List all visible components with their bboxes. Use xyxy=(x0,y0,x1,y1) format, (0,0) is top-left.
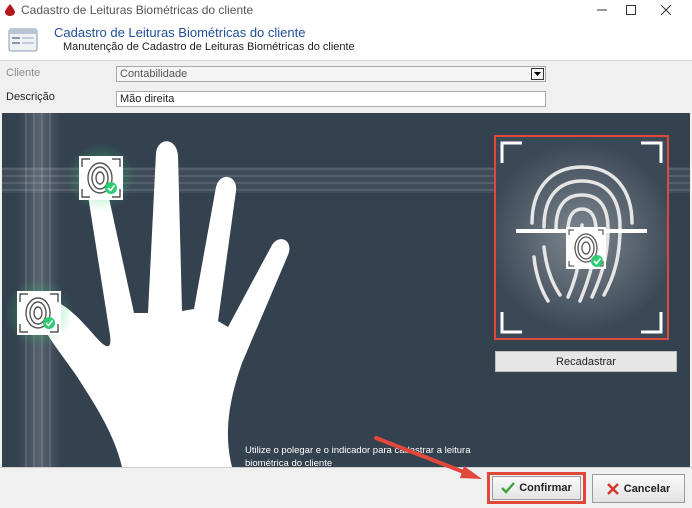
fingerprint-scanner xyxy=(494,135,669,340)
form-icon xyxy=(8,28,38,52)
confirm-button[interactable]: Confirmar xyxy=(492,476,581,500)
cliente-combobox[interactable]: Contabilidade xyxy=(116,66,546,82)
page-title: Cadastro de Leituras Biométricas do clie… xyxy=(54,25,306,40)
annotation-arrow-icon xyxy=(374,436,482,479)
descricao-label: Descrição xyxy=(6,91,55,103)
app-drop-icon xyxy=(5,4,15,16)
cancel-x-icon xyxy=(606,482,619,495)
recadastrar-button[interactable]: Recadastrar xyxy=(495,351,677,372)
descricao-value: Mão direita xyxy=(120,93,175,105)
thumb-fingerprint-marker xyxy=(17,291,61,335)
maximize-icon[interactable] xyxy=(613,0,649,20)
index-fingerprint-marker xyxy=(79,156,123,200)
cliente-value: Contabilidade xyxy=(120,68,188,80)
chevron-down-icon[interactable] xyxy=(531,68,544,80)
cliente-label: Cliente xyxy=(6,67,41,79)
fingerprint-scan-icon xyxy=(496,141,667,334)
footer-bar xyxy=(0,467,692,508)
confirm-label: Confirmar xyxy=(519,482,572,494)
check-icon xyxy=(501,482,516,494)
descricao-input[interactable]: Mão direita xyxy=(116,91,546,107)
cancel-button[interactable]: Cancelar xyxy=(592,474,685,503)
window-title: Cadastro de Leituras Biométricas do clie… xyxy=(21,3,254,17)
biometric-stage: Utilize o polegar e o indicador para cad… xyxy=(2,113,690,467)
page-subtitle: Manutenção de Cadastro de Leituras Biomé… xyxy=(63,41,355,53)
window-titlebar: Cadastro de Leituras Biométricas do clie… xyxy=(0,0,692,20)
header-panel: Cadastro de Leituras Biométricas do clie… xyxy=(0,20,692,61)
cancel-label: Cancelar xyxy=(623,482,671,495)
close-icon[interactable] xyxy=(648,0,684,20)
